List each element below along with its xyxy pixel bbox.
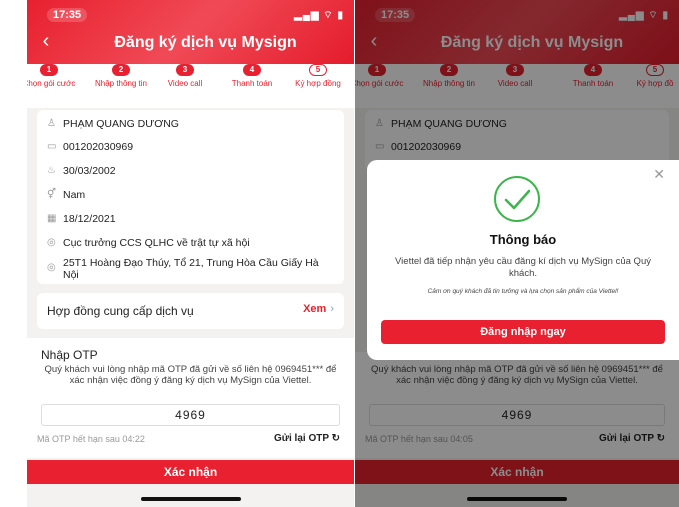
chevron-right-icon: › (330, 303, 334, 315)
step-2: 2 Nhập thông tin (89, 64, 153, 88)
step-label: Thanh toán (231, 79, 273, 88)
info-address: ◎ 25T1 Hoàng Đạo Thúy, Tổ 21, Trung Hòa … (47, 257, 334, 281)
otp-input[interactable]: 4969 (41, 404, 340, 426)
view-link-label: Xem (303, 303, 327, 315)
step-dot: 4 (243, 64, 261, 76)
app-header: 17:35 ▂▄▆ ⌔ ▮ ‹ Đăng ký dịch vụ Mysign (27, 0, 354, 64)
phone-screen-otp: 17:35 ▂▄▆ ⌔ ▮ ‹ Đăng ký dịch vụ Mysign 1… (27, 0, 354, 507)
gender: Nam (63, 189, 86, 201)
info-name: ♙ PHẠM QUANG DƯƠNG (47, 118, 334, 130)
back-button[interactable]: ‹ (35, 31, 57, 54)
login-now-button[interactable]: Đăng nhập ngay (381, 320, 665, 344)
otp-description: Quý khách vui lòng nhập mã OTP đã gửi về… (44, 364, 337, 386)
step-5: 5 Ký hợp đồng (286, 64, 350, 88)
stepper: 1 Chọn gói cước 2 Nhập thông tin 3 Video… (27, 64, 354, 108)
view-contract-link[interactable]: Xem › (303, 303, 334, 315)
success-check-icon (494, 176, 540, 222)
contract-label: Hợp đồng cung cấp dịch vụ (47, 304, 194, 318)
screenshot-stage: 17:35 ▂▄▆ ⌔ ▮ ‹ Đăng ký dịch vụ Mysign 1… (0, 0, 679, 507)
gender-icon: ⚥ (47, 189, 57, 200)
step-label: Chọn gói cước (27, 79, 76, 88)
id-card-icon: ▭ (47, 141, 57, 152)
address: 25T1 Hoàng Đạo Thúy, Tổ 21, Trung Hòa Cầ… (63, 257, 319, 281)
info-id: ▭ 001202030969 (47, 141, 334, 153)
personal-info-card: ♙ PHẠM QUANG DƯƠNG ▭ 001202030969 ♨ 30/0… (37, 110, 344, 284)
status-bar: 17:35 ▂▄▆ ⌔ ▮ (27, 6, 354, 22)
resend-otp-button[interactable]: Gửi lại OTP ↻ (274, 433, 340, 444)
home-indicator[interactable] (140, 497, 241, 501)
step-1: 1 Chọn gói cước (27, 64, 81, 88)
confirm-button[interactable]: Xác nhận (27, 460, 354, 484)
info-issue-date: ▦ 18/12/2021 (47, 213, 334, 225)
location-icon: ◎ (47, 237, 56, 248)
step-dot: 2 (112, 64, 130, 76)
step-label: Video call (167, 79, 203, 88)
modal-thanks-note: Cảm ơn quý khách đã tin tưởng và lựa chọ… (427, 288, 619, 295)
step-dot: 5 (309, 64, 327, 76)
info-dob: ♨ 30/03/2002 (47, 165, 334, 177)
cake-icon: ♨ (47, 165, 56, 176)
calendar-icon: ▦ (47, 213, 57, 224)
signal-wifi-battery-icon: ▂▄▆ ⌔ ▮ (294, 10, 344, 21)
otp-expiry: Mã OTP hết hạn sau 04:22 (37, 434, 145, 444)
full-name: PHẠM QUANG DƯƠNG (63, 118, 179, 130)
modal-message: Viettel đã tiếp nhận yêu cầu đăng kí dịc… (395, 256, 651, 279)
step-4: 4 Thanh toán (220, 64, 284, 88)
issued-by: Cục trưởng CCS QLHC về trật tự xã hội (63, 237, 250, 249)
step-dot: 3 (176, 64, 194, 76)
status-time: 17:35 (47, 8, 88, 22)
id-number: 001202030969 (63, 141, 134, 153)
notification-modal: ✕ Thông báo Viettel đã tiếp nhận yêu cầu… (367, 160, 679, 360)
contract-row[interactable]: Hợp đồng cung cấp dịch vụ Xem › (37, 293, 344, 329)
close-icon[interactable]: ✕ (653, 166, 665, 183)
otp-title: Nhập OTP (41, 348, 98, 362)
step-label: Ký hợp đồng (295, 79, 341, 88)
location-icon: ◎ (47, 262, 56, 273)
info-issued-by: ◎ Cục trưởng CCS QLHC về trật tự xã hội (47, 237, 334, 249)
step-label: Nhập thông tin (94, 79, 148, 88)
info-gender: ⚥ Nam (47, 189, 334, 201)
phone-screen-success: 17:35 ▂▄▆ ⌔ ▮ ‹ Đăng ký dịch vụ Mysign 1… (355, 0, 679, 507)
page-title: Đăng ký dịch vụ Mysign (114, 34, 297, 51)
step-3: 3 Video call (153, 64, 217, 88)
date-of-birth: 30/03/2002 (63, 165, 116, 177)
issue-date: 18/12/2021 (63, 213, 116, 225)
otp-section: Nhập OTP Quý khách vui lòng nhập mã OTP … (27, 338, 354, 458)
user-icon: ♙ (47, 118, 56, 129)
modal-title: Thông báo (489, 232, 557, 247)
step-dot: 1 (40, 64, 58, 76)
